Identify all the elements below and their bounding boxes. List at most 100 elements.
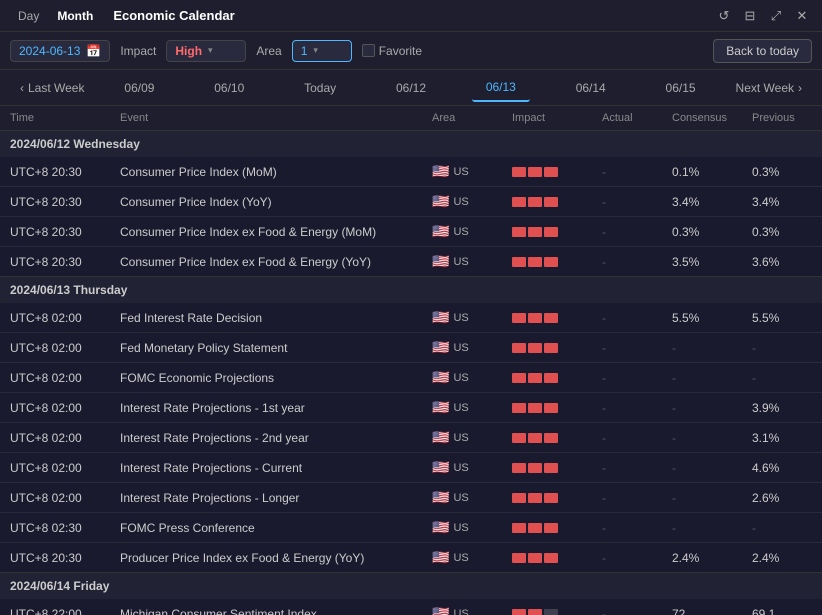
event-cell: Interest Rate Projections - 1st year [110,393,422,423]
table-row[interactable]: UTC+8 20:30 Consumer Price Index (YoY) 🇺… [0,187,822,217]
table-row[interactable]: UTC+8 20:30 Consumer Price Index ex Food… [0,217,822,247]
impact-dropdown-arrow: ▾ [208,45,213,56]
nav-day-today[interactable]: Today [290,75,350,101]
table-row[interactable]: UTC+8 02:00 FOMC Economic Projections 🇺🇸… [0,363,822,393]
table-row[interactable]: UTC+8 02:00 Interest Rate Projections - … [0,393,822,423]
actual-cell: - [592,157,662,187]
table-row[interactable]: UTC+8 20:30 Consumer Price Index (MoM) 🇺… [0,157,822,187]
area-text: US [453,462,468,474]
tab-month[interactable]: Month [49,7,101,25]
previous-cell: 4.6% [742,453,822,483]
nav-day-0612[interactable]: 06/12 [382,75,440,101]
date-picker[interactable]: 2024-06-13 📅 [10,40,110,62]
time-cell: UTC+8 02:30 [0,513,110,543]
consensus-cell: - [662,393,742,423]
event-cell: Consumer Price Index ex Food & Energy (M… [110,217,422,247]
actual-cell: - [592,363,662,393]
calendar-icon: 📅 [86,44,101,58]
previous-cell: 3.4% [742,187,822,217]
impact-cell [502,363,592,393]
nav-day-0613[interactable]: 06/13 [472,74,530,102]
actual-cell: - [592,423,662,453]
app-title: Economic Calendar [113,8,234,23]
area-select[interactable]: 1 ▾ [292,40,352,62]
flag-icon: 🇺🇸 [432,549,449,566]
layout-icon[interactable]: ⊟ [740,6,760,26]
flag-icon: 🇺🇸 [432,253,449,270]
time-cell: UTC+8 20:30 [0,217,110,247]
area-text: US [453,552,468,564]
flag-icon: 🇺🇸 [432,489,449,506]
table-row[interactable]: UTC+8 22:00 Michigan Consumer Sentiment … [0,599,822,615]
time-cell: UTC+8 20:30 [0,247,110,277]
external-icon[interactable]: ⤢ [766,6,786,26]
checkbox-box[interactable] [362,44,375,57]
area-cell: 🇺🇸 US [422,453,502,483]
table-row[interactable]: UTC+8 20:30 Consumer Price Index ex Food… [0,247,822,277]
nav-day-0614[interactable]: 06/14 [562,75,620,101]
table-row[interactable]: UTC+8 02:30 FOMC Press Conference 🇺🇸 US … [0,513,822,543]
time-cell: UTC+8 02:00 [0,483,110,513]
impact-cell [502,247,592,277]
area-cell: 🇺🇸 US [422,187,502,217]
table-row[interactable]: UTC+8 02:00 Interest Rate Projections - … [0,423,822,453]
next-week-button[interactable]: Next Week › [726,75,812,101]
actual-cell: - [592,247,662,277]
nav-day-0610[interactable]: 06/10 [200,75,258,101]
impact-select[interactable]: High ▾ [166,40,246,62]
table-row[interactable]: UTC+8 02:00 Interest Rate Projections - … [0,483,822,513]
flag-icon: 🇺🇸 [432,339,449,356]
area-dropdown-arrow: ▾ [313,45,318,56]
previous-cell: 0.3% [742,157,822,187]
area-text: US [453,372,468,384]
area-cell: 🇺🇸 US [422,423,502,453]
area-cell: 🇺🇸 US [422,247,502,277]
tab-day[interactable]: Day [10,7,47,25]
prev-label: Last Week [28,81,84,95]
flag-icon: 🇺🇸 [432,429,449,446]
view-tabs: Day Month [10,7,101,25]
area-cell: 🇺🇸 US [422,483,502,513]
area-text: US [453,608,468,615]
area-label: Area [256,44,281,58]
back-today-button[interactable]: Back to today [713,39,812,63]
actual-cell: - [592,333,662,363]
time-cell: UTC+8 22:00 [0,599,110,615]
time-cell: UTC+8 20:30 [0,543,110,573]
table-row[interactable]: UTC+8 02:00 Fed Interest Rate Decision 🇺… [0,303,822,333]
time-cell: UTC+8 02:00 [0,423,110,453]
nav-day-0609[interactable]: 06/09 [110,75,168,101]
col-header-area: Area [422,106,502,131]
flag-icon: 🇺🇸 [432,369,449,386]
table-row[interactable]: UTC+8 02:00 Fed Monetary Policy Statemen… [0,333,822,363]
area-cell: 🇺🇸 US [422,363,502,393]
table-row[interactable]: UTC+8 02:00 Interest Rate Projections - … [0,453,822,483]
time-cell: UTC+8 20:30 [0,187,110,217]
actual-cell: - [592,393,662,423]
flag-icon: 🇺🇸 [432,459,449,476]
area-cell: 🇺🇸 US [422,513,502,543]
event-cell: Interest Rate Projections - Longer [110,483,422,513]
event-cell: Consumer Price Index (YoY) [110,187,422,217]
previous-cell: 69.1 [742,599,822,615]
time-cell: UTC+8 02:00 [0,303,110,333]
table-row[interactable]: UTC+8 20:30 Producer Price Index ex Food… [0,543,822,573]
impact-cell [502,453,592,483]
area-text: US [453,402,468,414]
time-cell: UTC+8 02:00 [0,453,110,483]
area-text: US [453,196,468,208]
time-cell: UTC+8 02:00 [0,393,110,423]
previous-cell: 2.6% [742,483,822,513]
impact-cell [502,217,592,247]
actual-cell: - [592,303,662,333]
flag-icon: 🇺🇸 [432,163,449,180]
consensus-cell: - [662,333,742,363]
nav-day-0615[interactable]: 06/15 [652,75,710,101]
col-header-actual: Actual [592,106,662,131]
consensus-cell: 0.1% [662,157,742,187]
favorite-checkbox[interactable]: Favorite [362,44,422,58]
consensus-cell: - [662,513,742,543]
prev-week-button[interactable]: ‹ Last Week [10,75,94,101]
close-icon[interactable]: ✕ [792,6,812,26]
refresh-icon[interactable]: ↺ [714,6,734,26]
